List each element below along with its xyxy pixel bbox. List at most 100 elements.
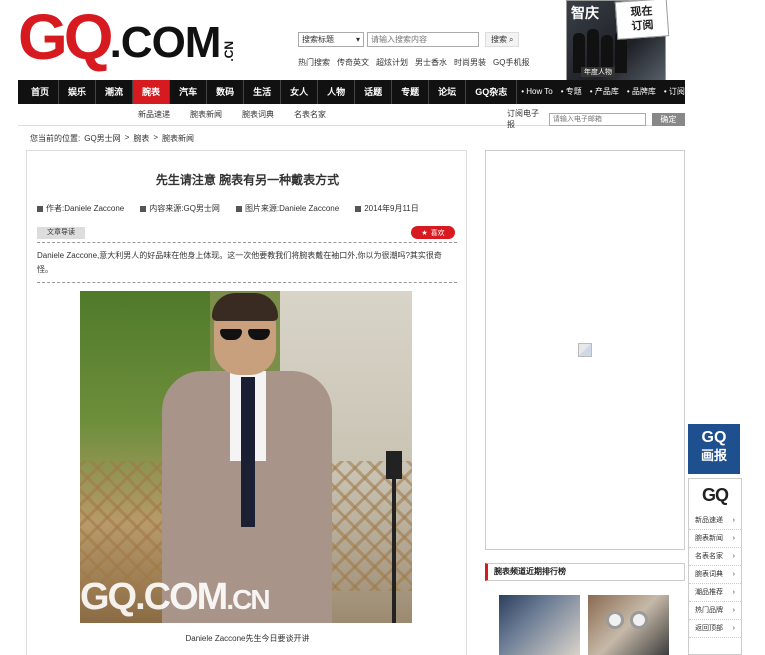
watch-icon: [606, 611, 624, 629]
ad-placeholder[interactable]: [485, 150, 685, 550]
breadcrumb-separator: >: [153, 133, 159, 142]
magazine-title: 智庆: [571, 6, 599, 22]
nav-item-magazine[interactable]: GQ杂志: [466, 80, 518, 104]
newsletter-submit-button[interactable]: 确定: [651, 112, 685, 126]
nav-item-features[interactable]: 专题: [392, 80, 430, 104]
hot-search-link[interactable]: 传奇英文: [337, 57, 369, 68]
like-button[interactable]: ★ 喜欢: [411, 226, 455, 239]
breadcrumb-separator: >: [124, 133, 130, 142]
nav-item-cars[interactable]: 汽车: [170, 80, 208, 104]
search-type-value: 搜索标题: [302, 35, 334, 44]
photo-tie: [241, 377, 255, 527]
hot-search: 热门搜索 传奇英文 超炫计划 男士香水 时尚男装 GQ手机报: [298, 57, 529, 68]
floating-menu: GQ 新品速递 › 腕表新闻 › 名表名家 › 腕表词典 › 潮品推荐 › 热门品牌 › 返…: [688, 478, 742, 655]
sunglasses-icon: [220, 329, 272, 340]
logo-gq: GQ: [18, 1, 114, 73]
intro-tab[interactable]: 文章导读: [37, 227, 85, 239]
badge-line2: 画报: [700, 449, 727, 464]
meta-author-item: 作者:Daniele Zaccone: [37, 203, 124, 214]
nav-item-subscribe[interactable]: • 订阅: [660, 80, 689, 104]
star-icon: ★: [421, 229, 428, 237]
meta-date: 2014年9月11日: [364, 204, 419, 213]
sub-nav: 新品速递 腕表新闻 腕表词典 名表名家 订阅电子报 确定: [18, 104, 685, 129]
chevron-right-icon: ›: [732, 625, 735, 632]
nav-item-entertainment[interactable]: 娱乐: [59, 80, 97, 104]
nav-item-special[interactable]: • 专题: [557, 80, 586, 104]
email-field[interactable]: [548, 112, 646, 126]
hot-search-link[interactable]: 时尚男装: [454, 57, 486, 68]
floating-menu-label: 潮品推荐: [695, 589, 723, 596]
floating-menu-item[interactable]: 腕表新闻 ›: [689, 530, 741, 548]
divider: [37, 282, 457, 283]
logo-com: .COM: [109, 18, 222, 67]
nav-item-women[interactable]: 女人: [281, 80, 319, 104]
nav-item-howto[interactable]: • How To: [517, 80, 557, 104]
nav-item-home[interactable]: 首页: [22, 80, 60, 104]
site-logo[interactable]: GQ .COM .CN: [18, 1, 236, 73]
newsletter-form: 订阅电子报 确定: [507, 108, 685, 130]
chevron-right-icon: ›: [732, 571, 735, 578]
nav-item-digital[interactable]: 数码: [207, 80, 245, 104]
floating-menu-item[interactable]: 新品速递 ›: [689, 512, 741, 530]
article-title: 先生请注意 腕表有另一种戴表方式: [155, 173, 340, 187]
article-meta: 作者:Daniele Zaccone 内容来源:GQ男士网 图片来源:Danie…: [37, 203, 419, 214]
chevron-right-icon: ›: [732, 517, 735, 524]
nav-item-trend[interactable]: 潮流: [96, 80, 134, 104]
meta-source-item: 内容来源:GQ男士网: [140, 203, 220, 214]
bullet-icon: [235, 205, 242, 212]
nav-item-topics[interactable]: 话题: [355, 80, 393, 104]
floating-menu-item[interactable]: 腕表词典 ›: [689, 566, 741, 584]
badge-line1: GQ: [701, 429, 727, 446]
bullet-icon: [140, 205, 147, 212]
nav-item-brands[interactable]: • 品牌库: [623, 80, 660, 104]
breadcrumb-link[interactable]: GQ男士网: [84, 133, 120, 144]
subnav-link[interactable]: 名表名家: [294, 109, 326, 120]
subnav-links: 新品速递 腕表新闻 腕表词典 名表名家: [138, 109, 326, 120]
search-button-label: 搜索: [491, 35, 507, 44]
search-type-select[interactable]: 搜索标题 ▾: [298, 32, 364, 47]
hot-search-link[interactable]: 超炫计划: [376, 57, 408, 68]
floating-menu-item[interactable]: 热门品牌 ›: [689, 602, 741, 620]
bullet-icon: [355, 205, 362, 212]
ranking-thumbnail[interactable]: [588, 595, 669, 655]
hot-search-link[interactable]: GQ手机报: [493, 57, 529, 68]
breadcrumb-link[interactable]: 腕表: [133, 133, 149, 144]
floating-menu-list: 新品速递 › 腕表新闻 › 名表名家 › 腕表词典 › 潮品推荐 › 热门品牌 › 返回顶部…: [689, 512, 741, 638]
gq-pictorial-badge[interactable]: GQ 画报: [688, 424, 740, 474]
search-icon: ⌕: [509, 34, 514, 44]
floating-menu-item[interactable]: 名表名家 ›: [689, 548, 741, 566]
broken-image-icon: [578, 343, 592, 357]
floating-menu-label: 热门品牌: [695, 607, 723, 614]
search-button[interactable]: 搜索 ⌕: [485, 32, 520, 47]
magazine-tag: 年度人物: [581, 67, 615, 77]
subnav-link[interactable]: 新品速递: [138, 109, 170, 120]
photo-watermark-cn: .CN: [226, 584, 270, 615]
photo-watermark-text: GQ.COM: [80, 576, 228, 618]
nav-item-watches[interactable]: 腕表: [133, 80, 171, 104]
nav-item-products[interactable]: • 产品库: [586, 80, 623, 104]
subnav-link[interactable]: 腕表词典: [242, 109, 274, 120]
main-nav: 首页 娱乐 潮流 腕表 汽车 数码 生活 女人 人物 话题 专题 论坛 GQ杂志…: [18, 80, 685, 104]
subnav-link[interactable]: 腕表新闻: [190, 109, 222, 120]
breadcrumb-link[interactable]: 腕表新闻: [162, 133, 194, 144]
meta-date-item: 2014年9月11日: [355, 203, 419, 214]
nav-item-people[interactable]: 人物: [318, 80, 356, 104]
ranking-thumbnail[interactable]: [499, 595, 580, 655]
nav-item-forum[interactable]: 论坛: [429, 80, 467, 104]
ranking-title: 腕表频道近期排行榜: [485, 563, 685, 581]
search-input[interactable]: [367, 32, 479, 47]
nav-item-life[interactable]: 生活: [244, 80, 282, 104]
bullet-icon: [37, 205, 43, 212]
floating-menu-item[interactable]: 返回顶部 ›: [689, 620, 741, 638]
search-bar: 搜索标题 ▾ 搜索 ⌕: [298, 32, 520, 47]
watch-icon: [630, 611, 648, 629]
floating-menu-item[interactable]: 潮品推荐 ›: [689, 584, 741, 602]
breadcrumb: 您当前的位置: GQ男士网 > 腕表 > 腕表新闻: [30, 133, 194, 144]
hot-search-link[interactable]: 男士香水: [415, 57, 447, 68]
meta-author: 作者:Daniele Zaccone: [46, 204, 125, 213]
article-summary: Daniele Zaccone,意大利男人的好品味在他身上体现。这一次他要教我们…: [37, 251, 442, 274]
subscribe-badge[interactable]: 现在 订阅: [614, 0, 670, 40]
chevron-right-icon: ›: [732, 607, 735, 614]
subscribe-line2: 订阅: [631, 18, 654, 33]
photo-lamp: [384, 451, 404, 623]
